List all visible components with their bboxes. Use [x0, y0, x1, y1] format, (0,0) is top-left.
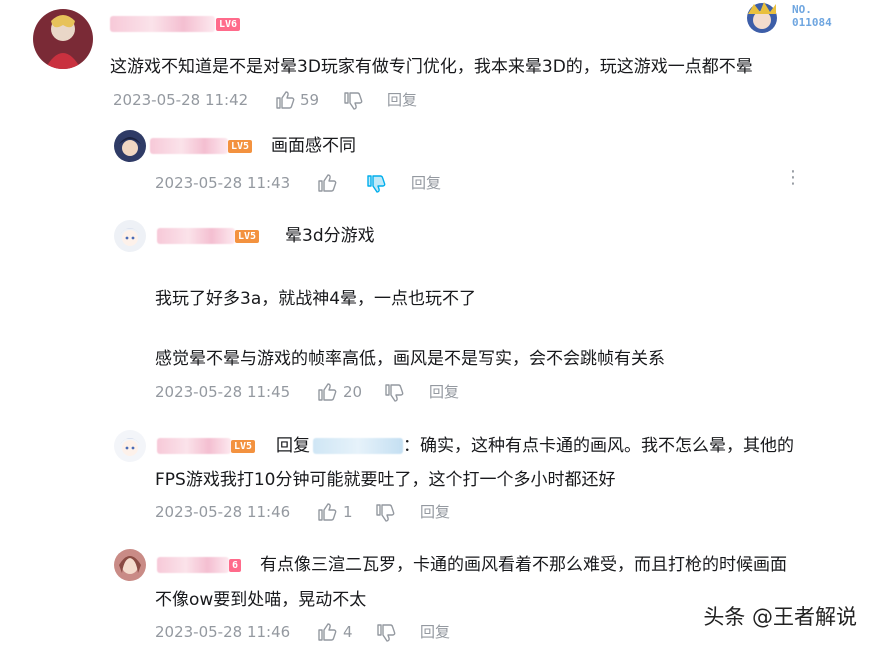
reply-text-line2: 不像ow要到处喵，晃动不太 [155, 590, 367, 610]
mentioned-user-blurred[interactable] [313, 438, 403, 454]
reply-button[interactable]: 回复 [420, 502, 450, 522]
level-badge: LV5 [235, 230, 260, 243]
reply-text: 画面感不同 [271, 136, 356, 156]
level-badge: LV5 [231, 440, 256, 453]
level-badge: LV6 [216, 18, 241, 31]
username-blurred[interactable] [110, 16, 215, 32]
avatar[interactable] [114, 130, 146, 162]
reply-button[interactable]: 回复 [387, 90, 417, 110]
reply-time: 2023-05-28 11:45 [155, 383, 291, 401]
like-count: 20 [343, 383, 363, 401]
reply-text-line2: FPS游戏我打10分钟可能就要吐了，这个打一个多小时都还好 [155, 470, 616, 490]
like-icon[interactable] [317, 382, 337, 402]
reply-body-line: 我玩了好多3a，就战神4晕，一点也玩不了 [155, 289, 477, 309]
like-count: 1 [343, 503, 353, 521]
reply-body-line: 感觉晕不晕与游戏的帧率高低，画风是不是写实，会不会跳帧有关系 [155, 349, 665, 369]
badge-number: 011084 [792, 16, 832, 29]
like-icon[interactable] [275, 90, 295, 110]
reply-time: 2023-05-28 11:43 [155, 174, 291, 192]
reply-time: 2023-05-28 11:46 [155, 623, 291, 641]
reply-text: 有点像三渲二瓦罗，卡通的画风看着不那么难受，而且打枪的时候画面 [260, 555, 787, 575]
username-blurred[interactable] [157, 557, 229, 573]
dislike-icon[interactable] [375, 503, 395, 523]
badge-label: NO. [792, 3, 812, 16]
reply-text: ：确实，这种有点卡通的画风。我不怎么晕，其他的 [403, 436, 794, 456]
comment-text: 这游戏不知道是不是对晕3D玩家有做专门优化，我本来晕3D的，玩这游戏一点都不晕 [110, 57, 753, 77]
dislike-icon[interactable] [376, 623, 396, 643]
avatar[interactable] [114, 220, 146, 252]
reply-button[interactable]: 回复 [411, 173, 441, 193]
decoration-avatar-icon [747, 2, 777, 33]
watermark: 头条 @王者解说 [703, 605, 857, 629]
reply-prefix: 回复 [276, 436, 310, 456]
like-icon[interactable] [317, 173, 337, 193]
reply-button[interactable]: 回复 [420, 622, 450, 642]
avatar[interactable] [114, 430, 146, 462]
dislike-icon[interactable] [343, 91, 363, 111]
reply-time: 2023-05-28 11:46 [155, 503, 291, 521]
username-blurred[interactable] [157, 228, 235, 244]
username-blurred[interactable] [150, 138, 228, 154]
level-badge: LV5 [228, 140, 253, 153]
dislike-icon[interactable] [384, 383, 404, 403]
dislike-icon[interactable] [366, 174, 386, 194]
avatar[interactable] [114, 549, 146, 581]
like-icon[interactable] [317, 622, 337, 642]
more-options-icon[interactable]: ⋮ [784, 168, 802, 188]
like-count: 4 [343, 623, 353, 641]
level-badge: 6 [229, 559, 242, 572]
like-icon[interactable] [317, 502, 337, 522]
reply-text: 晕3d分游戏 [285, 226, 375, 246]
avatar[interactable] [33, 9, 93, 69]
comment-time: 2023-05-28 11:42 [113, 91, 249, 109]
username-blurred[interactable] [157, 438, 231, 454]
reply-button[interactable]: 回复 [429, 382, 459, 402]
decoration-badge: NO. 011084 [742, 0, 852, 36]
like-count: 59 [300, 91, 320, 109]
